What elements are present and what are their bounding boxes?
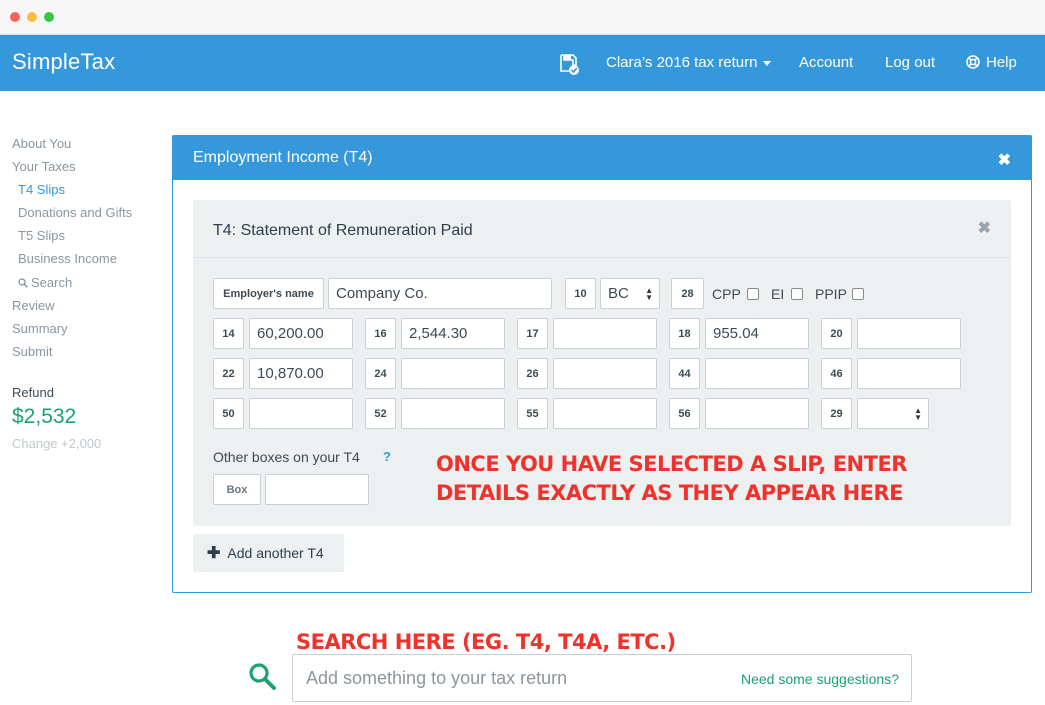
box-number-label: 20 <box>821 318 852 349</box>
annotation-slip-line1: ONCE YOU HAVE SELECTED A SLIP, ENTER <box>436 452 907 476</box>
province-select[interactable]: BC ▲ ▼ <box>600 278 660 309</box>
brand-logo[interactable]: SimpleTax <box>12 49 115 75</box>
other-box-label: Box <box>213 474 261 505</box>
box-46-input[interactable] <box>857 358 961 389</box>
box-14-input[interactable]: 60,200.00 <box>249 318 353 349</box>
box-56-input[interactable] <box>705 398 809 429</box>
annotation-slip: ONCE YOU HAVE SELECTED A SLIP, ENTER DET… <box>436 450 907 508</box>
sidebar-item-about-you[interactable]: About You <box>12 136 71 151</box>
sidebar-item-t4-slips[interactable]: T4 Slips <box>18 182 65 197</box>
box-26-input[interactable] <box>553 358 657 389</box>
add-another-t4-button[interactable]: ✚ Add another T4 <box>193 534 344 572</box>
box-number-label: 56 <box>669 398 700 429</box>
sidebar-item-review[interactable]: Review <box>12 298 55 313</box>
box-55-input[interactable] <box>553 398 657 429</box>
search-icon[interactable] <box>248 662 276 690</box>
box-number-label: 17 <box>517 318 548 349</box>
box-number-label: 52 <box>365 398 396 429</box>
panel-title: Employment Income (T4) <box>193 149 373 166</box>
employer-name-input[interactable]: Company Co. <box>328 278 552 309</box>
sidebar-item-your-taxes[interactable]: Your Taxes <box>12 159 76 174</box>
sidebar-item-t5-slips[interactable]: T5 Slips <box>18 228 65 243</box>
account-link[interactable]: Account <box>799 54 853 71</box>
suggestions-link[interactable]: Need some suggestions? <box>741 671 899 687</box>
box-29-select[interactable]: ▲ ▼ <box>857 398 929 429</box>
box-number-label: 22 <box>213 358 244 389</box>
cpp-checkbox[interactable] <box>747 288 759 300</box>
box-number-label: 16 <box>365 318 396 349</box>
refund-label: Refund <box>12 385 54 400</box>
box-17-input[interactable] <box>553 318 657 349</box>
sidebar-item-submit[interactable]: Submit <box>12 344 52 359</box>
t4-slip-card: T4: Statement of Remuneration Paid ✖ Emp… <box>193 200 1011 526</box>
help-label: Help <box>986 54 1017 71</box>
annotation-slip-line2: DETAILS EXACTLY AS THEY APPEAR HERE <box>436 481 904 505</box>
box-22-input[interactable]: 10,870.00 <box>249 358 353 389</box>
sidebar-search-label: Search <box>31 275 73 290</box>
box-number-label: 29 <box>821 398 852 429</box>
search-icon <box>18 278 28 288</box>
box-number-label: 44 <box>669 358 700 389</box>
caret-down-icon <box>763 60 772 66</box>
box-number-label: 26 <box>517 358 548 389</box>
panel-header: Employment Income (T4) ✖ <box>173 136 1031 180</box>
box-16-input[interactable]: 2,544.30 <box>401 318 505 349</box>
employer-name-label: Employer's name <box>213 278 324 309</box>
box-number-label: 46 <box>821 358 852 389</box>
minimize-window-button[interactable] <box>27 12 37 22</box>
annotation-search: SEARCH HERE (EG. T4, T4A, ETC.) <box>296 630 676 654</box>
other-boxes-label: Other boxes on your T4 <box>213 449 360 465</box>
sidebar-item-search[interactable]: Search <box>18 275 72 290</box>
add-to-return-search-input[interactable]: Add something to your tax return Need so… <box>292 654 912 702</box>
top-navbar: SimpleTax Clara’s 2016 tax return Accoun… <box>0 35 1045 91</box>
box-10-label: 10 <box>565 278 596 309</box>
box-52-input[interactable] <box>401 398 505 429</box>
window-titlebar <box>0 0 1045 35</box>
province-value: BC <box>608 285 629 302</box>
box-44-input[interactable] <box>705 358 809 389</box>
lifebuoy-icon <box>966 55 980 69</box>
tax-return-label: Clara’s 2016 tax return <box>606 54 758 71</box>
other-box-input[interactable] <box>265 474 369 505</box>
close-icon[interactable]: ✖ <box>998 150 1011 170</box>
sidebar-item-donations[interactable]: Donations and Gifts <box>18 205 132 220</box>
box-number-label: 18 <box>669 318 700 349</box>
select-arrows-icon: ▲ ▼ <box>645 286 653 302</box>
ppip-label: PPIP <box>815 286 847 302</box>
plus-icon: ✚ <box>207 545 221 562</box>
slip-title: T4: Statement of Remuneration Paid <box>213 222 473 239</box>
close-window-button[interactable] <box>10 12 20 22</box>
divider <box>193 257 1011 258</box>
search-placeholder: Add something to your tax return <box>306 668 568 688</box>
box-20-input[interactable] <box>857 318 961 349</box>
employment-income-panel: Employment Income (T4) ✖ T4: Statement o… <box>172 135 1032 593</box>
refund-change: Change +2,000 <box>12 436 102 451</box>
ei-checkbox[interactable] <box>791 288 803 300</box>
box-18-input[interactable]: 955.04 <box>705 318 809 349</box>
box-number-label: 55 <box>517 398 548 429</box>
help-link[interactable]: Help <box>966 54 1017 71</box>
box-number-label: 14 <box>213 318 244 349</box>
ei-label: EI <box>771 286 785 302</box>
box-number-label: 24 <box>365 358 396 389</box>
box-24-input[interactable] <box>401 358 505 389</box>
add-another-t4-label: Add another T4 <box>227 545 324 561</box>
maximize-window-button[interactable] <box>44 12 54 22</box>
cpp-label: CPP <box>712 286 741 302</box>
box-50-input[interactable] <box>249 398 353 429</box>
close-icon[interactable]: ✖ <box>978 218 991 238</box>
save-check-icon[interactable] <box>560 54 580 76</box>
logout-link[interactable]: Log out <box>885 54 935 71</box>
sidebar-item-summary[interactable]: Summary <box>12 321 68 336</box>
box-28-label: 28 <box>671 278 704 309</box>
refund-amount: $2,532 <box>12 405 77 428</box>
box-number-label: 50 <box>213 398 244 429</box>
select-arrows-icon: ▲ ▼ <box>914 406 922 422</box>
sidebar-item-business-income[interactable]: Business Income <box>18 251 117 266</box>
ppip-checkbox[interactable] <box>852 288 864 300</box>
help-question-icon[interactable]: ? <box>383 449 391 464</box>
tax-return-dropdown[interactable]: Clara’s 2016 tax return <box>606 54 772 71</box>
